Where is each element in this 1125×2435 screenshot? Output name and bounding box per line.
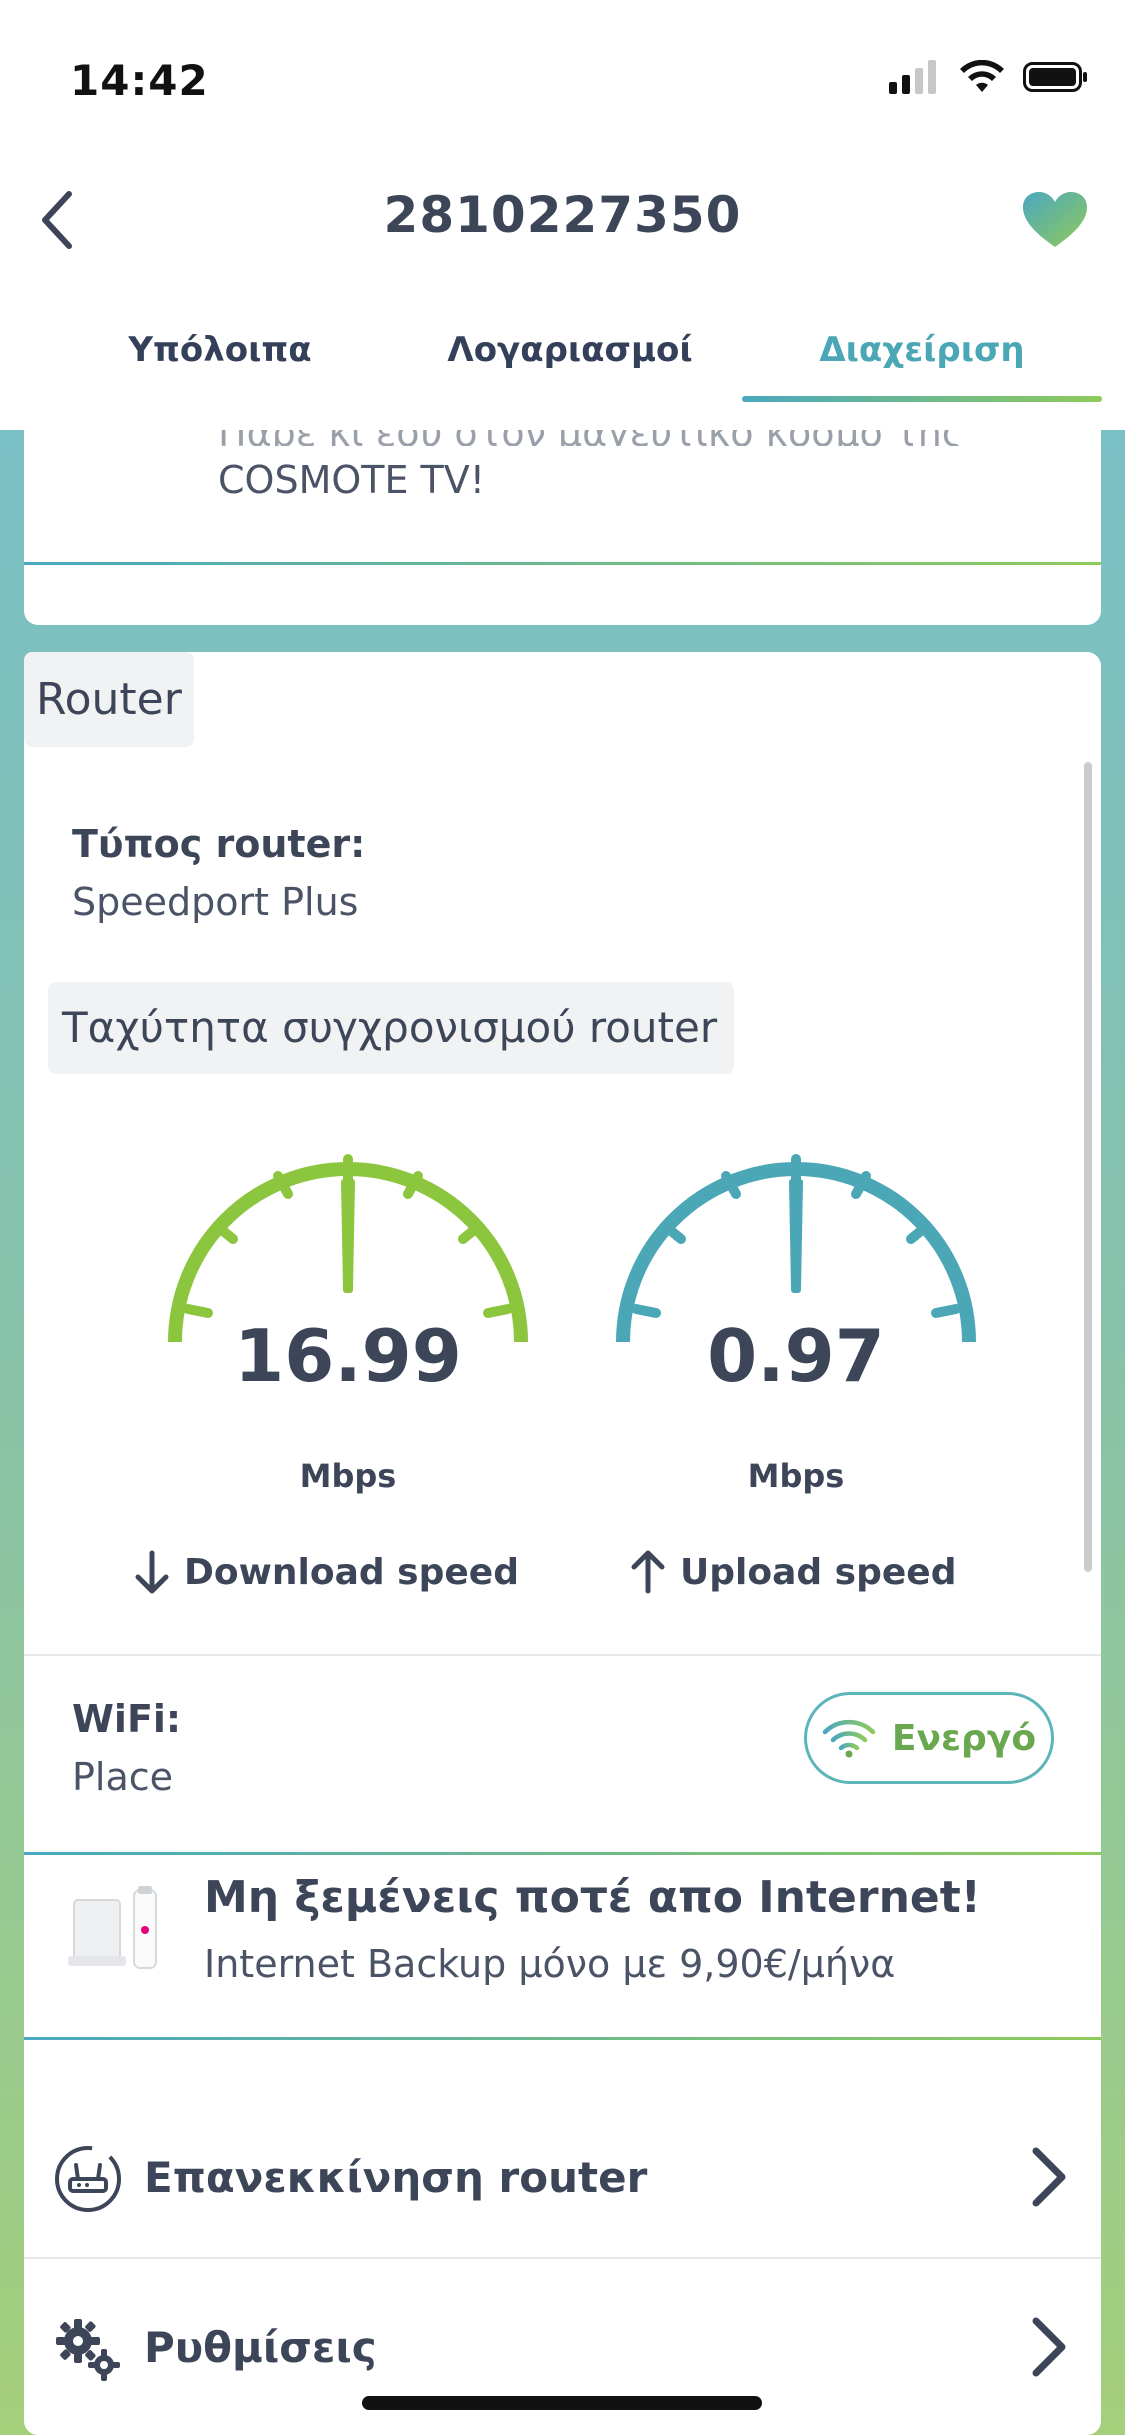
- promo-line: COSMOTE TV!: [218, 458, 486, 502]
- sync-speed-title: Ταχύτητα συγχρονισμού router: [48, 982, 734, 1074]
- wifi-value: Place: [72, 1755, 174, 1799]
- router-card: Router Τύπος router: Speedport Plus Ταχύ…: [24, 652, 1101, 2435]
- page-title: 2810227350: [383, 186, 742, 244]
- router-type-label: Τύπος router:: [72, 822, 366, 866]
- tab-balances[interactable]: Υπόλοιπα: [60, 320, 380, 400]
- upload-label: Upload speed: [630, 1550, 956, 1594]
- backup-device-image: [68, 1886, 157, 1969]
- scrollbar[interactable]: [1084, 762, 1092, 1572]
- arrow-up-icon: [631, 1550, 665, 1594]
- status-icons: [889, 60, 1089, 94]
- download-value: 16.99: [234, 1314, 462, 1398]
- heart-icon: [1023, 192, 1087, 247]
- menu-item-label: Επανεκκίνηση router: [144, 2153, 648, 2202]
- divider: [24, 2257, 1101, 2259]
- status-time: 14:42: [70, 56, 209, 105]
- download-label-text: Download speed: [184, 1551, 519, 1593]
- status-bar: 14:42: [0, 0, 1125, 150]
- menu-item-restart-router[interactable]: Επανεκκίνηση router: [24, 2107, 1101, 2247]
- divider: [24, 1852, 1101, 1855]
- download-unit: Mbps: [299, 1457, 397, 1495]
- router-type-value: Speedport Plus: [72, 880, 359, 924]
- download-label: Download speed: [134, 1550, 519, 1594]
- active-tab-indicator: [742, 396, 1102, 402]
- chevron-right-icon: [1032, 2317, 1066, 2377]
- battery-icon: [1023, 62, 1087, 92]
- gears-icon: [56, 2319, 120, 2381]
- tab-bills[interactable]: Λογαριασμοί: [400, 320, 740, 400]
- signal-icon: [889, 60, 936, 94]
- divider: [24, 2037, 1101, 2040]
- wifi-icon: [960, 60, 1004, 92]
- upload-unit: Mbps: [747, 1457, 845, 1495]
- promo-divider: [24, 562, 1101, 565]
- arrow-down-icon: [135, 1550, 169, 1594]
- upload-value: 0.97: [707, 1314, 885, 1398]
- wifi-label: WiFi:: [72, 1697, 182, 1741]
- upload-label-text: Upload speed: [680, 1551, 957, 1593]
- promo-text: Πάρε κι εσύ στον μαγευτικό κόσμο της COS…: [218, 420, 964, 506]
- download-gauge: [168, 1154, 528, 1342]
- menu-item-label: Ρυθμίσεις: [144, 2323, 377, 2372]
- router-restart-icon: [55, 2146, 121, 2212]
- tab-management[interactable]: Διαχείριση: [742, 320, 1102, 400]
- wifi-status-text: Ενεργό: [891, 1717, 1037, 1759]
- backup-title[interactable]: Μη ξεμένεις ποτέ απο Internet!: [204, 1872, 981, 1923]
- upload-gauge: [616, 1154, 976, 1342]
- chevron-right-icon: [1032, 2147, 1066, 2207]
- divider: [24, 1654, 1101, 1656]
- wifi-status-badge[interactable]: Ενεργό: [804, 1692, 1054, 1784]
- router-section-title: Router: [24, 652, 194, 747]
- favorite-button[interactable]: [1015, 180, 1095, 260]
- tab-bar: Υπόλοιπα Λογαριασμοί Διαχείριση: [0, 320, 1125, 400]
- home-indicator[interactable]: [362, 2396, 762, 2410]
- app-header: 2810227350 Υπόλοιπα Λογαριασμοί Διαχείρι…: [0, 150, 1125, 430]
- backup-subtitle: Internet Backup μόνο με 9,90€/μήνα: [204, 1942, 896, 1986]
- wifi-icon: [822, 1719, 876, 1758]
